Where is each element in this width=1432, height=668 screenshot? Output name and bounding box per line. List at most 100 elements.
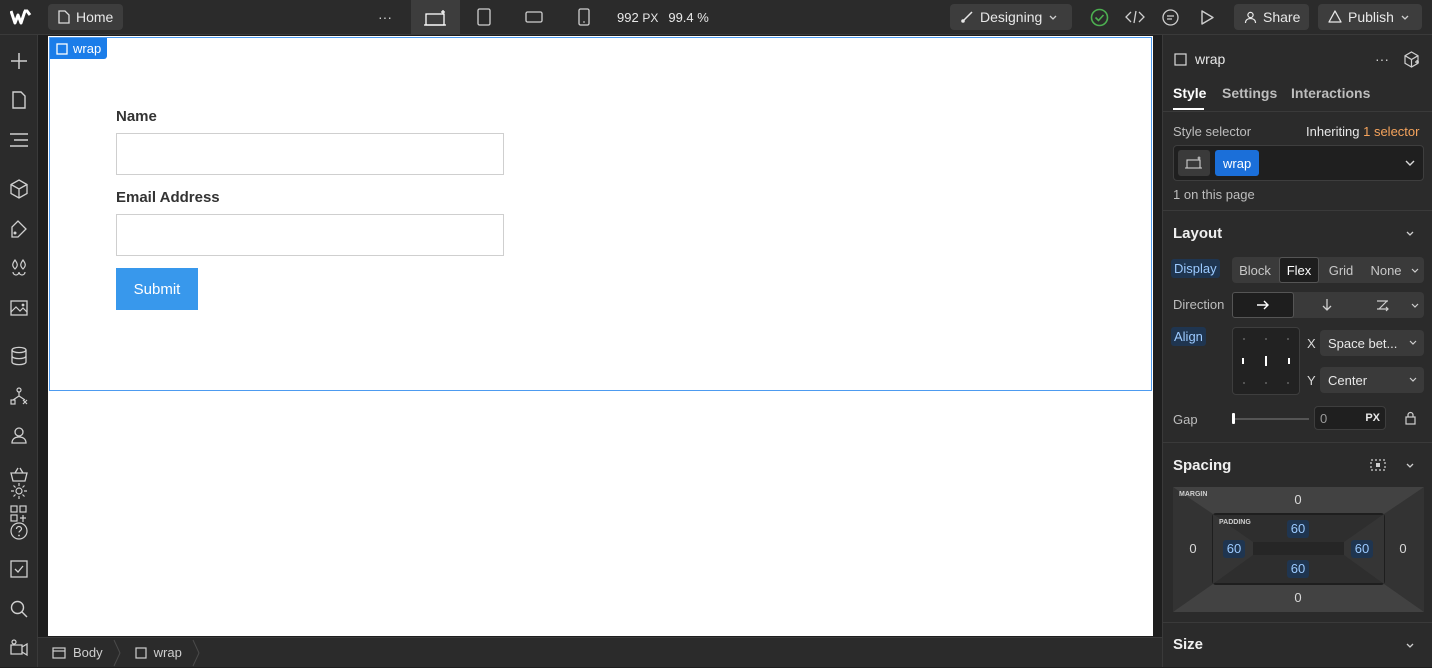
- left-toolbar: [0, 35, 38, 667]
- margin-top-value[interactable]: 0: [1283, 492, 1313, 507]
- margin-left-value[interactable]: 0: [1178, 541, 1208, 556]
- display-option-grid[interactable]: Grid: [1320, 257, 1362, 283]
- element-box-icon: [1174, 53, 1187, 66]
- audit-checkbox-icon[interactable]: [9, 559, 29, 579]
- size-section-title[interactable]: Size: [1173, 636, 1203, 653]
- arrow-down-icon: [1321, 298, 1333, 312]
- navigator-icon[interactable]: [9, 130, 29, 150]
- more-options-button[interactable]: ···: [378, 4, 392, 30]
- element-box-icon: [56, 42, 68, 55]
- padding-top-value[interactable]: 60: [1287, 520, 1309, 538]
- top-toolbar: Home ··· 992 PX 99.4 % Designing Share P…: [0, 0, 1432, 35]
- align-grid[interactable]: [1232, 327, 1300, 395]
- webflow-logo-icon[interactable]: [10, 9, 32, 25]
- canvas-width: 992: [617, 10, 639, 25]
- spacing-presets-icon[interactable]: [1369, 457, 1387, 473]
- wrap-element[interactable]: wrap Name Email Address Submit: [49, 37, 1152, 391]
- user-icon: [1244, 11, 1257, 24]
- more-options-icon[interactable]: ···: [1375, 51, 1389, 67]
- help-icon[interactable]: [9, 521, 29, 541]
- lock-icon[interactable]: [1405, 411, 1416, 425]
- email-input[interactable]: [116, 214, 504, 256]
- mode-dropdown[interactable]: Designing: [950, 4, 1072, 30]
- padding-left-value[interactable]: 60: [1223, 540, 1245, 558]
- gap-slider-track[interactable]: [1233, 418, 1309, 420]
- align-x-value: Space bet...: [1328, 335, 1398, 351]
- tablet-icon: [476, 8, 492, 26]
- spacing-section-title[interactable]: Spacing: [1173, 457, 1231, 474]
- selector-chip[interactable]: wrap: [1215, 150, 1260, 176]
- align-x-label: X: [1307, 336, 1316, 351]
- chevron-down-icon[interactable]: [1410, 301, 1420, 311]
- breadcrumb: Body wrap: [38, 637, 1162, 667]
- display-option-block[interactable]: Block: [1232, 257, 1278, 283]
- submit-button[interactable]: Submit: [116, 268, 198, 310]
- selected-element-tag[interactable]: wrap: [50, 38, 108, 59]
- desktop-breakpoint-icon: [423, 9, 448, 27]
- pages-icon[interactable]: [9, 90, 29, 110]
- variables-icon[interactable]: [9, 258, 29, 278]
- breakpoint-desktop-button[interactable]: [411, 0, 460, 35]
- design-canvas[interactable]: wrap Name Email Address Submit: [48, 36, 1153, 636]
- display-label[interactable]: Display: [1171, 259, 1220, 278]
- tab-style[interactable]: Style: [1173, 85, 1206, 101]
- video-help-icon[interactable]: [9, 638, 29, 658]
- chevron-down-icon[interactable]: [1404, 158, 1416, 168]
- direction-wrap-button[interactable]: [1360, 292, 1406, 318]
- gap-input[interactable]: 0 PX: [1314, 406, 1386, 430]
- layout-section-title[interactable]: Layout: [1173, 225, 1222, 242]
- status-check-icon[interactable]: [1090, 8, 1109, 27]
- publish-button[interactable]: Publish: [1318, 4, 1422, 30]
- breadcrumb-item-wrap[interactable]: wrap: [121, 638, 192, 668]
- users-icon[interactable]: [9, 425, 29, 445]
- settings-icon[interactable]: [9, 481, 29, 501]
- inheriting-info[interactable]: Inheriting 1 selector: [1306, 124, 1419, 139]
- breakpoint-portrait-button[interactable]: [577, 8, 591, 26]
- display-segmented-control: Block Flex Grid None: [1232, 257, 1424, 283]
- divider: [1163, 442, 1432, 443]
- chevron-down-icon[interactable]: [1405, 640, 1415, 650]
- style-manager-icon[interactable]: [9, 219, 29, 239]
- tab-interactions[interactable]: Interactions: [1291, 85, 1370, 101]
- share-button[interactable]: Share: [1234, 4, 1309, 30]
- margin-bottom-value[interactable]: 0: [1283, 590, 1313, 605]
- name-input[interactable]: [116, 133, 504, 175]
- breakpoint-tablet-button[interactable]: [476, 8, 492, 26]
- tab-settings[interactable]: Settings: [1222, 85, 1277, 101]
- play-icon[interactable]: [1198, 8, 1216, 27]
- divider: [1163, 111, 1432, 112]
- direction-column-button[interactable]: [1296, 292, 1358, 318]
- align-x-dropdown[interactable]: Space bet...: [1320, 330, 1424, 356]
- chevron-down-icon[interactable]: [1405, 228, 1415, 238]
- display-option-none[interactable]: None: [1363, 257, 1409, 283]
- display-option-flex[interactable]: Flex: [1279, 257, 1319, 283]
- search-icon[interactable]: [9, 599, 29, 619]
- chevron-down-icon[interactable]: [1405, 460, 1415, 470]
- box-model-editor[interactable]: MARGIN PADDING 0 0 0 0 60 60 60 60: [1173, 487, 1424, 612]
- align-label[interactable]: Align: [1171, 327, 1206, 346]
- database-icon[interactable]: [9, 346, 29, 366]
- breadcrumb-label: wrap: [153, 645, 182, 660]
- assets-icon[interactable]: [9, 297, 29, 317]
- padding-bottom-value[interactable]: 60: [1287, 560, 1309, 578]
- canvas-dimensions[interactable]: 992 PX 99.4 %: [617, 10, 709, 25]
- component-icon[interactable]: [1403, 51, 1420, 68]
- page-selector[interactable]: Home: [48, 4, 124, 30]
- comments-icon[interactable]: [1161, 8, 1180, 27]
- chevron-down-icon[interactable]: [1410, 266, 1420, 276]
- breadcrumb-item-body[interactable]: Body: [38, 638, 113, 668]
- cube-icon[interactable]: [9, 179, 29, 199]
- logic-icon[interactable]: [9, 386, 29, 406]
- margin-right-value[interactable]: 0: [1388, 541, 1418, 556]
- padding-right-value[interactable]: 60: [1351, 540, 1373, 558]
- gap-unit[interactable]: PX: [1365, 412, 1380, 424]
- align-y-dropdown[interactable]: Center: [1320, 367, 1424, 393]
- padding-label: PADDING: [1219, 519, 1251, 526]
- plus-icon[interactable]: [9, 51, 29, 71]
- code-icon[interactable]: [1125, 9, 1145, 25]
- breadcrumb-separator-icon: [192, 638, 200, 668]
- selector-field[interactable]: wrap: [1173, 145, 1424, 181]
- breakpoint-landscape-button[interactable]: [524, 9, 544, 25]
- direction-row-button[interactable]: [1232, 292, 1294, 318]
- gap-slider-handle[interactable]: [1232, 413, 1235, 424]
